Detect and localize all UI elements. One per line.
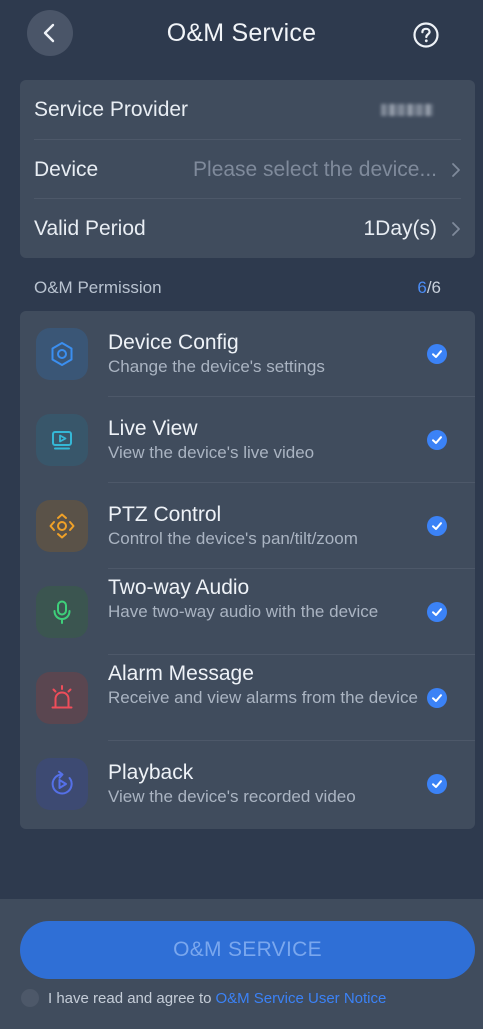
- checkmark-icon: [432, 694, 442, 702]
- checkbox-checked[interactable]: [427, 774, 447, 794]
- permission-desc: Control the device's pan/tilt/zoom: [108, 529, 358, 548]
- permission-desc: Receive and view alarms from the device: [108, 688, 418, 707]
- permission-item-alarm-message[interactable]: Alarm Message Receive and view alarms fr…: [20, 655, 475, 741]
- checkbox-checked[interactable]: [427, 430, 447, 450]
- service-provider-row: Service Provider: [20, 80, 475, 139]
- service-provider-value-blurred: [381, 103, 433, 116]
- chevron-right-icon: [451, 221, 461, 237]
- checkmark-icon: [432, 780, 442, 788]
- settings-hexagon-icon: [36, 328, 88, 380]
- valid-period-label: Valid Period: [34, 216, 146, 240]
- om-service-button[interactable]: O&M SERVICE: [20, 921, 475, 979]
- permission-text: Alarm Message Receive and view alarms fr…: [108, 661, 418, 708]
- checkmark-icon: [432, 522, 442, 530]
- permission-name: Live View: [108, 417, 198, 440]
- permission-name: Alarm Message: [108, 662, 254, 685]
- permission-name: Device Config: [108, 331, 239, 354]
- checkbox-checked[interactable]: [427, 344, 447, 364]
- service-provider-label: Service Provider: [34, 97, 189, 121]
- permission-desc: View the device's live video: [108, 443, 315, 462]
- checkbox-checked[interactable]: [427, 688, 447, 708]
- device-label: Device: [34, 157, 99, 181]
- valid-period-value: 1Day(s): [363, 216, 437, 240]
- permission-name: Playback: [108, 761, 194, 784]
- permission-text: Playback View the device's recorded vide…: [108, 760, 418, 807]
- checkmark-icon: [432, 436, 442, 444]
- playback-icon: [36, 758, 88, 810]
- permission-desc: View the device's recorded video: [108, 787, 356, 806]
- permission-text: Two-way Audio Have two-way audio with th…: [108, 575, 418, 622]
- permission-item-two-way-audio[interactable]: Two-way Audio Have two-way audio with th…: [20, 569, 475, 655]
- checkmark-icon: [432, 350, 442, 358]
- user-notice-link[interactable]: O&M Service User Notice: [215, 990, 386, 1007]
- help-button[interactable]: [412, 21, 440, 49]
- permission-desc: Change the device's settings: [108, 357, 325, 376]
- permission-text: Device Config Change the device's settin…: [108, 330, 418, 377]
- permission-name: PTZ Control: [108, 503, 222, 526]
- question-circle-icon: [413, 22, 439, 48]
- permission-count: 6/6: [417, 278, 441, 298]
- permission-item-device-config[interactable]: Device Config Change the device's settin…: [20, 311, 475, 397]
- live-view-icon: [36, 414, 88, 466]
- microphone-icon: [36, 586, 88, 638]
- checkbox-checked[interactable]: [427, 516, 447, 536]
- alarm-siren-icon: [36, 672, 88, 724]
- ptz-arrows-icon: [36, 500, 88, 552]
- valid-period-row[interactable]: Valid Period 1Day(s): [20, 199, 475, 258]
- permission-item-ptz-control[interactable]: PTZ Control Control the device's pan/til…: [20, 483, 475, 569]
- permission-item-live-view[interactable]: Live View View the device's live video: [20, 397, 475, 483]
- permission-name: Two-way Audio: [108, 576, 250, 599]
- valid-period-value-wrap: 1Day(s): [363, 217, 461, 241]
- footer: O&M SERVICE I have read and agree to O&M…: [0, 899, 483, 1029]
- agree-text: I have read and agree to: [48, 989, 212, 1007]
- page-title: O&M Service: [166, 19, 317, 47]
- permission-total-count: /6: [426, 278, 441, 297]
- permission-desc: Have two-way audio with the device: [108, 602, 379, 621]
- device-placeholder: Please select the device...: [193, 157, 437, 181]
- info-card: Service Provider Device Please select th…: [20, 80, 475, 258]
- permission-item-playback[interactable]: Playback View the device's recorded vide…: [20, 741, 475, 827]
- permission-selected-count: 6: [417, 278, 427, 297]
- agreement-row: I have read and agree to O&M Service Use…: [21, 988, 386, 1008]
- permission-title: O&M Permission: [34, 278, 162, 297]
- device-value: Please select the device...: [193, 158, 461, 182]
- permission-text: Live View View the device's live video: [108, 416, 418, 463]
- checkbox-checked[interactable]: [427, 602, 447, 622]
- permission-text: PTZ Control Control the device's pan/til…: [108, 502, 418, 549]
- chevron-right-icon: [451, 162, 461, 178]
- permission-header: O&M Permission 6/6: [34, 276, 441, 300]
- header: O&M Service: [0, 0, 483, 70]
- device-row[interactable]: Device Please select the device...: [20, 140, 475, 199]
- agree-radio[interactable]: [21, 989, 39, 1007]
- screen: O&M Service Service Provider Device Plea…: [0, 0, 483, 1029]
- permission-list: Device Config Change the device's settin…: [20, 311, 475, 829]
- checkmark-icon: [432, 608, 442, 616]
